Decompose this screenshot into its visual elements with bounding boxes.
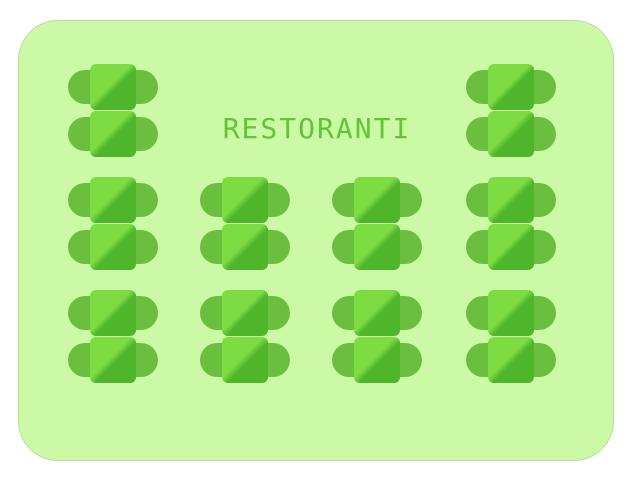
table-pair [332, 290, 422, 385]
chair-left [200, 296, 224, 330]
table-top [222, 224, 268, 270]
floor-title: RESTORANTI [222, 112, 412, 145]
table-lower[interactable] [332, 337, 422, 383]
table-pair [466, 64, 556, 159]
chair-right [532, 70, 556, 104]
table-lower[interactable] [466, 111, 556, 157]
table-upper[interactable] [466, 64, 556, 110]
chair-right [134, 117, 158, 151]
chair-left [68, 296, 92, 330]
table-upper[interactable] [466, 290, 556, 336]
chair-right [266, 296, 290, 330]
table-upper[interactable] [332, 177, 422, 223]
chair-right [266, 230, 290, 264]
table-lower[interactable] [466, 224, 556, 270]
chair-left [200, 343, 224, 377]
chair-right [398, 230, 422, 264]
chair-right [266, 343, 290, 377]
table-upper[interactable] [332, 290, 422, 336]
chair-left [200, 183, 224, 217]
chair-left [466, 70, 490, 104]
chair-left [68, 230, 92, 264]
chair-right [134, 230, 158, 264]
chair-right [134, 296, 158, 330]
chair-right [398, 343, 422, 377]
table-top [222, 177, 268, 223]
chair-left [332, 183, 356, 217]
table-lower[interactable] [200, 337, 290, 383]
table-top [488, 337, 534, 383]
table-upper[interactable] [466, 177, 556, 223]
table-upper[interactable] [68, 177, 158, 223]
table-upper[interactable] [68, 290, 158, 336]
table-pair [200, 177, 290, 272]
chair-left [466, 183, 490, 217]
table-lower[interactable] [332, 224, 422, 270]
chair-right [532, 183, 556, 217]
table-pair [68, 177, 158, 272]
table-top [488, 64, 534, 110]
chair-left [68, 343, 92, 377]
table-top [90, 111, 136, 157]
table-lower[interactable] [200, 224, 290, 270]
table-pair [200, 290, 290, 385]
chair-left [466, 343, 490, 377]
chair-right [398, 183, 422, 217]
table-top [488, 177, 534, 223]
chair-left [200, 230, 224, 264]
chair-right [532, 230, 556, 264]
table-pair [466, 177, 556, 272]
chair-right [532, 296, 556, 330]
chair-right [532, 343, 556, 377]
table-lower[interactable] [68, 111, 158, 157]
table-upper[interactable] [200, 290, 290, 336]
chair-right [134, 343, 158, 377]
chair-left [332, 343, 356, 377]
table-pair [332, 177, 422, 272]
table-top [488, 224, 534, 270]
chair-left [68, 70, 92, 104]
table-pair [68, 290, 158, 385]
table-top [354, 337, 400, 383]
chair-left [466, 230, 490, 264]
table-top [90, 224, 136, 270]
chair-right [398, 296, 422, 330]
chair-right [134, 183, 158, 217]
table-top [488, 290, 534, 336]
chair-left [332, 296, 356, 330]
table-top [90, 337, 136, 383]
table-lower[interactable] [68, 224, 158, 270]
chair-left [466, 296, 490, 330]
table-top [222, 290, 268, 336]
table-top [90, 290, 136, 336]
chair-left [68, 117, 92, 151]
table-upper[interactable] [68, 64, 158, 110]
chair-right [134, 70, 158, 104]
chair-left [466, 117, 490, 151]
table-pair [466, 290, 556, 385]
table-top [354, 290, 400, 336]
table-top [488, 111, 534, 157]
table-top [222, 337, 268, 383]
table-lower[interactable] [466, 337, 556, 383]
table-top [354, 224, 400, 270]
table-top [90, 177, 136, 223]
chair-right [266, 183, 290, 217]
chair-right [532, 117, 556, 151]
table-upper[interactable] [200, 177, 290, 223]
table-top [354, 177, 400, 223]
chair-left [332, 230, 356, 264]
table-lower[interactable] [68, 337, 158, 383]
chair-left [68, 183, 92, 217]
table-pair [68, 64, 158, 159]
table-top [90, 64, 136, 110]
